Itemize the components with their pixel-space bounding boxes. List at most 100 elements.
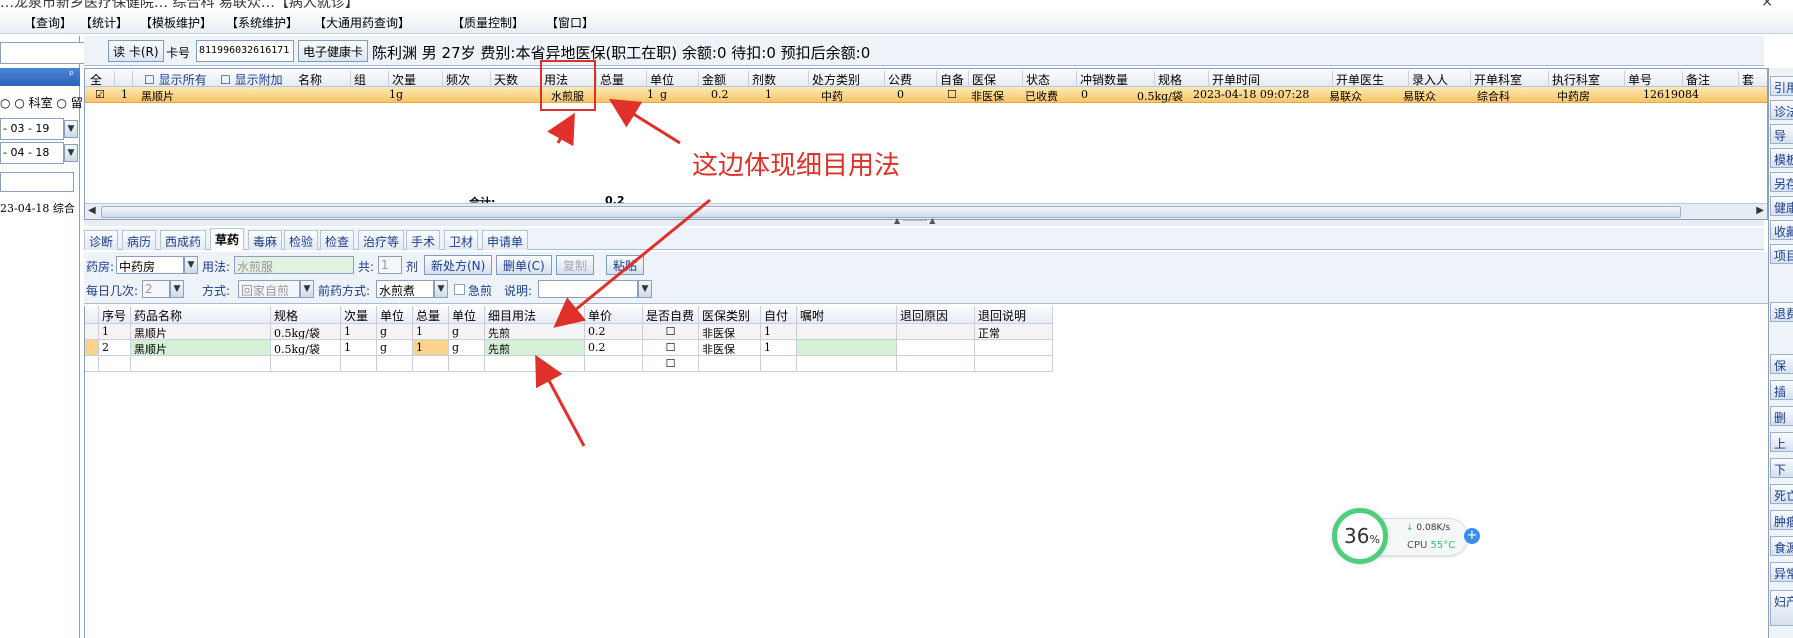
cell-return-reason[interactable]: [897, 324, 975, 340]
pin-icon[interactable]: ᵖ: [69, 68, 74, 81]
cell-dose[interactable]: 1: [341, 324, 377, 340]
delete-button[interactable]: 删: [1770, 406, 1793, 426]
col-insurance-type[interactable]: 医保类别: [699, 306, 761, 324]
cell-detail-usage[interactable]: [485, 356, 585, 372]
tab-herbal[interactable]: 草药: [210, 228, 245, 250]
menu-window[interactable]: 【窗口】: [546, 14, 594, 31]
row-indicator[interactable]: [85, 324, 99, 340]
paste-button[interactable]: 粘贴: [606, 255, 645, 275]
col-amount[interactable]: 金额: [699, 71, 749, 87]
cell-price[interactable]: [585, 356, 643, 372]
refund-button[interactable]: 退费: [1770, 302, 1793, 322]
col-group[interactable]: 组: [351, 71, 389, 87]
template-button[interactable]: 模板: [1770, 148, 1793, 168]
col-usage[interactable]: 用法: [541, 71, 597, 87]
cell-copay[interactable]: [761, 356, 797, 372]
tab-surgery[interactable]: 手术: [406, 230, 441, 250]
move-down-button[interactable]: 下: [1770, 458, 1793, 478]
cell-unit[interactable]: g: [377, 324, 413, 340]
date-from-dropdown[interactable]: ▼: [64, 120, 78, 138]
delete-prescription-button[interactable]: 删单(C): [496, 255, 552, 275]
cell-instruction[interactable]: [797, 340, 897, 356]
obstetric-button[interactable]: 妇产: [1770, 590, 1793, 626]
cell-copay[interactable]: 1: [761, 340, 797, 356]
date-from-field[interactable]: - 03 - 19: [0, 118, 64, 140]
date-to-dropdown[interactable]: ▼: [64, 144, 78, 162]
cell-detail-usage[interactable]: 先煎: [485, 324, 585, 340]
splitter[interactable]: ▲ ⋯⋯⋯ ▲: [84, 216, 1764, 226]
cell-spec[interactable]: 0.5kg/袋: [271, 324, 341, 340]
filter-input[interactable]: [0, 172, 74, 192]
col-entry[interactable]: 录入人: [1409, 71, 1471, 87]
times-input[interactable]: 2: [142, 280, 170, 298]
cell-insurance-type[interactable]: 非医保: [699, 324, 761, 340]
tumor-button[interactable]: 肿瘤: [1770, 510, 1793, 530]
cell-seq[interactable]: 1: [99, 324, 131, 340]
col-instruction[interactable]: 嘱咐: [797, 306, 897, 324]
col-doctor[interactable]: 开单医生: [1333, 71, 1409, 87]
cell-total[interactable]: 1: [413, 340, 449, 356]
menu-drug-query[interactable]: 【大通用药查询】: [314, 14, 410, 31]
col-public[interactable]: 公费: [885, 71, 937, 87]
col-set[interactable]: 套: [1739, 71, 1767, 87]
radio-dept[interactable]: ○ 科室: [14, 96, 52, 110]
date-to-field[interactable]: - 04 - 18: [0, 142, 64, 164]
col-self-pay[interactable]: 是否自费: [643, 306, 699, 324]
method-dropdown[interactable]: ▼: [300, 280, 314, 298]
plus-icon[interactable]: +: [1464, 528, 1480, 544]
cell-self-pay-checkbox[interactable]: ☐: [643, 356, 699, 372]
col-writeoff[interactable]: 冲销数量: [1077, 71, 1155, 87]
col-freq[interactable]: 频次: [443, 71, 491, 87]
tab-supplies[interactable]: 卫材: [444, 230, 479, 250]
decoct-select[interactable]: 水煎煮: [376, 280, 434, 298]
show-extra-checkbox[interactable]: ☐ 显示附加: [217, 71, 289, 87]
tab-western[interactable]: 西成药: [160, 230, 207, 250]
health-card-button[interactable]: 电子健康卡: [298, 40, 369, 62]
copy-button[interactable]: 复制: [556, 255, 595, 275]
health-button[interactable]: 健康: [1770, 196, 1793, 216]
col-exec-dept[interactable]: 执行科室: [1549, 71, 1625, 87]
tab-request[interactable]: 申请单: [482, 230, 529, 250]
col-days[interactable]: 天数: [491, 71, 541, 87]
cell-drug-name[interactable]: [131, 356, 271, 372]
total-input[interactable]: 1: [378, 256, 402, 274]
col-name[interactable]: 名称: [295, 71, 351, 87]
save-button[interactable]: 保: [1770, 354, 1793, 374]
cell-return-note[interactable]: [975, 356, 1053, 372]
col-remark[interactable]: 备注: [1683, 71, 1739, 87]
scroll-right-icon[interactable]: ▶: [1756, 205, 1764, 216]
radio-stay[interactable]: ○ 留: [56, 96, 82, 110]
splitter-grip-icon[interactable]: ▲ ⋯⋯⋯ ▲: [894, 216, 935, 225]
import-button[interactable]: 导: [1770, 124, 1793, 144]
col-unit[interactable]: 单位: [377, 306, 413, 324]
insert-button[interactable]: 插: [1770, 380, 1793, 400]
cell-instruction[interactable]: [797, 324, 897, 340]
decoct-dropdown[interactable]: ▼: [434, 280, 448, 298]
radio-all[interactable]: ○: [0, 96, 10, 110]
cell-copay[interactable]: 1: [761, 324, 797, 340]
visit-list-item[interactable]: 23-04-18 综合: [0, 200, 75, 216]
col-time[interactable]: 开单时间: [1209, 71, 1333, 87]
cell-self-pay-checkbox[interactable]: ☐: [643, 340, 699, 356]
col-total[interactable]: 总量: [597, 71, 647, 87]
cell-drug-name[interactable]: 黑顺片: [131, 324, 271, 340]
pharmacy-dropdown[interactable]: ▼: [184, 256, 198, 274]
cell-insurance-type[interactable]: 非医保: [699, 340, 761, 356]
scrollbar-thumb[interactable]: [101, 206, 1681, 218]
cell-unit2[interactable]: g: [449, 340, 485, 356]
cell-total[interactable]: 1: [413, 324, 449, 340]
col-copay[interactable]: 自付: [761, 306, 797, 324]
self-checkbox[interactable]: ☐: [947, 88, 957, 101]
new-prescription-button[interactable]: 新处方(N): [424, 255, 493, 275]
cell-unit[interactable]: g: [377, 340, 413, 356]
col-self[interactable]: 自备: [937, 71, 969, 87]
col-insurance[interactable]: 医保: [969, 71, 1023, 87]
tab-narcotic[interactable]: 毒麻: [248, 230, 283, 250]
cell-price[interactable]: 0.2: [585, 340, 643, 356]
col-return-reason[interactable]: 退回原因: [897, 306, 975, 324]
tab-record[interactable]: 病历: [122, 230, 157, 250]
tab-treatment[interactable]: 治疗等: [358, 230, 405, 250]
col-seq[interactable]: 序号: [99, 306, 131, 324]
cell-dose[interactable]: 1: [341, 340, 377, 356]
col-return-note[interactable]: 退回说明: [975, 306, 1053, 324]
